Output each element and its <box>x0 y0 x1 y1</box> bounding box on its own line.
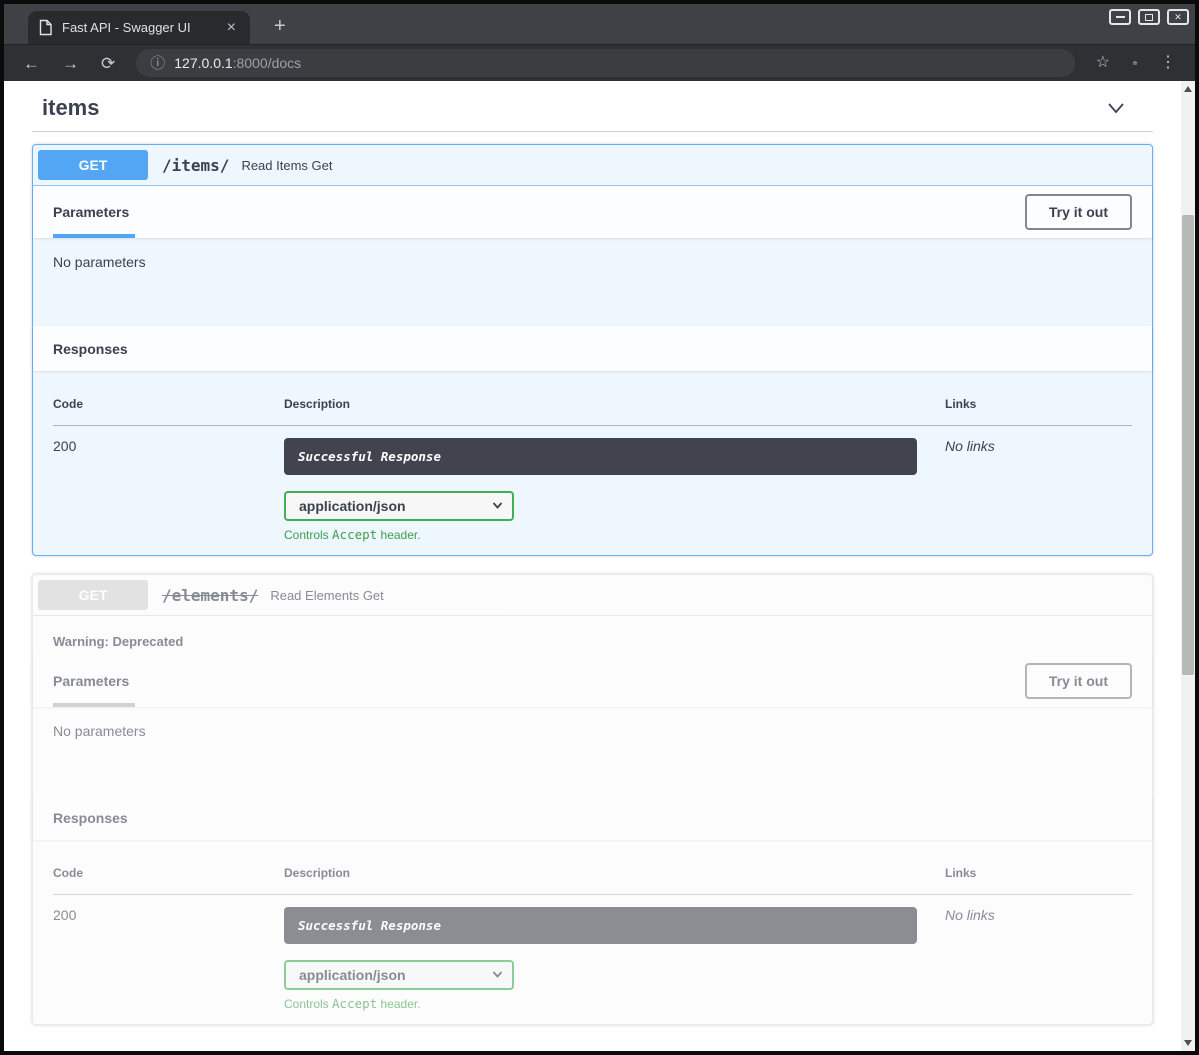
maximize-icon <box>1145 14 1153 21</box>
parameters-body: No parameters <box>33 238 1152 326</box>
response-row: 200 Successful Response application/json <box>53 426 1132 543</box>
url-host: 127.0.0.1 <box>174 55 232 71</box>
url-path: :8000/docs <box>233 55 302 71</box>
accept-header-note: Controls Accept header. <box>284 527 945 542</box>
forward-icon[interactable]: → <box>53 52 88 75</box>
maximize-button[interactable] <box>1138 9 1160 25</box>
responses-table-wrap: Code Description Links 200 <box>33 840 1152 1024</box>
col-header-links: Links <box>945 854 1132 895</box>
tab-strip: Fast API - Swagger UI × + ✕ <box>4 4 1195 44</box>
method-badge: GET <box>38 580 148 610</box>
col-header-code: Code <box>53 854 284 895</box>
try-it-out-button[interactable]: Try it out <box>1025 663 1132 699</box>
responses-header: Responses <box>33 795 1152 840</box>
opblock-summary[interactable]: GET /items/ Read Items Get <box>33 145 1152 186</box>
media-type-select[interactable]: application/json <box>284 960 514 990</box>
parameters-body: No parameters <box>33 707 1152 795</box>
responses-header: Responses <box>33 326 1152 371</box>
page-icon <box>38 19 53 36</box>
responses-title: Responses <box>53 341 128 357</box>
media-type-select[interactable]: application/json <box>284 491 514 521</box>
address-bar[interactable]: ⓘ 127.0.0.1:8000/docs <box>136 49 1074 77</box>
operation-path: /items/ <box>162 156 229 175</box>
operation-path: /elements/ <box>162 586 258 605</box>
try-it-out-button[interactable]: Try it out <box>1025 194 1132 230</box>
browser-menu-icon[interactable]: ⋮ <box>1151 52 1185 74</box>
col-header-code: Code <box>53 385 284 426</box>
tab-parameters[interactable]: Parameters <box>53 204 129 220</box>
accept-code: Accept <box>332 527 377 542</box>
responses-table: Code Description Links 200 <box>53 854 1132 1011</box>
parameters-header: Parameters Try it out <box>33 655 1152 707</box>
responses-title: Responses <box>53 810 128 826</box>
no-parameters-text: No parameters <box>53 723 146 739</box>
browser-window: Fast API - Swagger UI × + ✕ ← → ⟳ ⓘ 127.… <box>0 0 1199 1055</box>
deprecated-warning: Warning: Deprecated <box>33 616 1152 655</box>
response-description: Successful Response <box>284 907 917 944</box>
opblock-summary[interactable]: GET /elements/ Read Elements Get <box>33 575 1152 616</box>
new-tab-button[interactable]: + <box>266 14 294 38</box>
active-tab-underline <box>53 703 135 707</box>
opblock-get-items: GET /items/ Read Items Get Parameters Tr… <box>32 144 1153 556</box>
opblock-get-elements-deprecated: GET /elements/ Read Elements Get Warning… <box>32 574 1153 1025</box>
back-icon[interactable]: ← <box>14 52 49 75</box>
no-links-text: No links <box>945 907 995 923</box>
scrollbar-thumb[interactable] <box>1182 215 1194 675</box>
reload-icon[interactable]: ⟳ <box>92 52 124 75</box>
response-code: 200 <box>53 895 284 1012</box>
browser-toolbar: ← → ⟳ ⓘ 127.0.0.1:8000/docs ☆ ⋮ <box>4 44 1195 81</box>
scroll-up-icon[interactable] <box>1184 86 1192 92</box>
active-tab-underline <box>53 234 135 238</box>
no-parameters-text: No parameters <box>53 254 146 270</box>
col-header-links: Links <box>945 385 1132 426</box>
scroll-down-icon[interactable] <box>1184 1040 1192 1046</box>
responses-table-wrap: Code Description Links 200 <box>33 371 1152 555</box>
operation-summary: Read Items Get <box>241 158 332 173</box>
incognito-icon <box>1123 54 1147 72</box>
minimize-icon <box>1116 16 1125 18</box>
response-row: 200 Successful Response application/json <box>53 895 1132 1012</box>
close-button[interactable]: ✕ <box>1167 9 1189 25</box>
response-description: Successful Response <box>284 438 917 475</box>
response-code: 200 <box>53 426 284 543</box>
url-text[interactable]: 127.0.0.1:8000/docs <box>174 55 301 71</box>
tag-section-title: items <box>42 95 99 121</box>
tab-parameters[interactable]: Parameters <box>53 673 129 689</box>
operation-summary: Read Elements Get <box>270 588 383 603</box>
tab-close-icon[interactable]: × <box>223 20 240 36</box>
col-header-description: Description <box>284 385 945 426</box>
page-scrollbar[interactable] <box>1181 81 1195 1051</box>
method-badge: GET <box>38 150 148 180</box>
accept-header-note: Controls Accept header. <box>284 996 945 1011</box>
col-header-description: Description <box>284 854 945 895</box>
minimize-button[interactable] <box>1109 9 1131 25</box>
site-info-icon[interactable]: ⓘ <box>150 56 165 71</box>
accept-code: Accept <box>332 996 377 1011</box>
tag-section-header[interactable]: items <box>32 91 1153 132</box>
responses-table: Code Description Links 200 <box>53 385 1132 542</box>
bookmark-star-icon[interactable]: ☆ <box>1087 52 1119 74</box>
no-links-text: No links <box>945 438 995 454</box>
parameters-header: Parameters Try it out <box>33 186 1152 238</box>
browser-tab[interactable]: Fast API - Swagger UI × <box>28 11 250 44</box>
chevron-down-icon[interactable] <box>1105 97 1127 119</box>
swagger-content: items GET /items/ Read Items Get <box>4 81 1181 1051</box>
tab-title: Fast API - Swagger UI <box>62 20 214 35</box>
